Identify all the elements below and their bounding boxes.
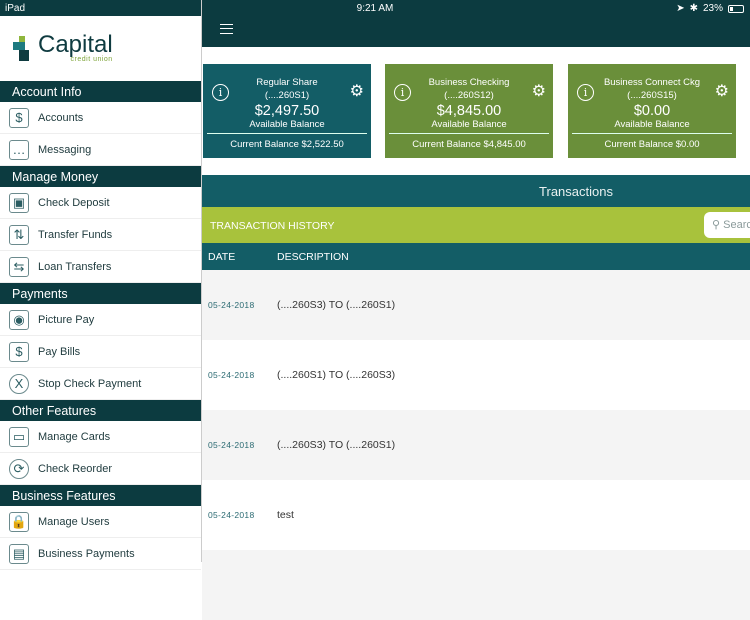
sidebar-item-manage-cards[interactable]: ▭ Manage Cards bbox=[0, 421, 201, 453]
main-content: i ⚙ Regular Share (....260S1) $2,497.50 A… bbox=[202, 0, 750, 620]
hamburger-menu-icon[interactable] bbox=[220, 24, 233, 34]
sidebar-item-label: Loan Transfers bbox=[38, 260, 112, 273]
search-icon: ⚲ bbox=[712, 219, 721, 231]
sidebar-item-check-deposit[interactable]: ▣ Check Deposit bbox=[0, 187, 201, 219]
sidebar-item-label: Business Payments bbox=[38, 547, 135, 560]
sidebar-item-label: Transfer Funds bbox=[38, 228, 113, 241]
section-header: Other Features bbox=[0, 400, 201, 421]
transfer-icon: ⇅ bbox=[9, 224, 29, 245]
table-row[interactable]: 05-24-2018 (....260S1) TO (....260S3) bbox=[202, 340, 750, 410]
transaction-description: (....260S1) TO (....260S3) bbox=[277, 369, 396, 381]
gear-icon[interactable]: ⚙ bbox=[350, 81, 364, 101]
transaction-date: 05-24-2018 bbox=[208, 370, 255, 380]
sidebar-item-pay-bills[interactable]: $ Pay Bills bbox=[0, 336, 201, 368]
available-balance-label: Available Balance bbox=[614, 119, 690, 130]
column-date: DATE bbox=[208, 251, 236, 263]
table-header: DATE DESCRIPTION bbox=[202, 243, 750, 270]
sidebar-item-accounts[interactable]: $ Accounts bbox=[0, 102, 201, 134]
transaction-date: 05-24-2018 bbox=[208, 300, 255, 310]
transaction-date: 05-24-2018 bbox=[208, 440, 255, 450]
account-card[interactable]: i ⚙ Business Connect Ckg (....260S15) $0.… bbox=[568, 64, 736, 158]
sidebar-item-label: Manage Users bbox=[38, 515, 110, 528]
sidebar-item-label: Manage Cards bbox=[38, 430, 111, 443]
safe-icon: ▣ bbox=[9, 192, 29, 213]
available-balance-label: Available Balance bbox=[431, 119, 507, 130]
transaction-description: (....260S3) TO (....260S1) bbox=[277, 299, 396, 311]
battery-icon bbox=[728, 4, 744, 13]
battery-percent: 23% bbox=[702, 3, 723, 14]
sidebar-item-picture-pay[interactable]: ◉ Picture Pay bbox=[0, 304, 201, 336]
sidebar-item-label: Picture Pay bbox=[38, 313, 95, 326]
account-card[interactable]: i ⚙ Regular Share (....260S1) $2,497.50 A… bbox=[203, 64, 371, 158]
info-icon[interactable]: i bbox=[577, 84, 594, 101]
sidebar-item-manage-users[interactable]: 🔒 Manage Users bbox=[0, 506, 201, 538]
sidebar-item-label: Check Deposit bbox=[38, 196, 110, 209]
logo-mark-icon bbox=[13, 35, 29, 61]
sidebar-item-label: Accounts bbox=[38, 111, 84, 124]
sidebar-item-messaging[interactable]: … Messaging bbox=[0, 134, 201, 166]
section-header: Business Features bbox=[0, 485, 201, 506]
column-description: DESCRIPTION bbox=[277, 251, 349, 263]
sidebar-item-check-reorder[interactable]: ⟳ Check Reorder bbox=[0, 453, 201, 485]
available-balance: $4,845.00 bbox=[436, 103, 502, 119]
gear-icon[interactable]: ⚙ bbox=[715, 81, 729, 101]
sidebar-item-business-payments[interactable]: ▤ Business Payments bbox=[0, 538, 201, 570]
gear-icon[interactable]: ⚙ bbox=[532, 81, 546, 101]
sidebar-item-stop-check-payment[interactable]: X Stop Check Payment bbox=[0, 368, 201, 400]
table-row[interactable]: 05-24-2018 (....260S3) TO (....260S1) bbox=[202, 410, 750, 480]
laptop-chat-icon: … bbox=[9, 139, 29, 160]
sidebar-item-transfer-funds[interactable]: ⇅ Transfer Funds bbox=[0, 219, 201, 251]
available-balance: $0.00 bbox=[633, 103, 671, 119]
info-icon[interactable]: i bbox=[212, 84, 229, 101]
sidebar-item-label: Check Reorder bbox=[38, 462, 112, 475]
status-bar: iPad 9:21 AM ➤ ✱ 23% bbox=[0, 0, 750, 16]
account-name: Business Checking bbox=[428, 77, 510, 88]
logo: Capital credit union bbox=[0, 16, 201, 81]
transactions-title: Transactions bbox=[202, 175, 750, 207]
info-icon[interactable]: i bbox=[394, 84, 411, 101]
card-icon: ▭ bbox=[9, 426, 29, 447]
current-balance: Current Balance $2,522.50 bbox=[207, 133, 367, 150]
sidebar-item-label: Pay Bills bbox=[38, 345, 81, 358]
available-balance-label: Available Balance bbox=[249, 119, 325, 130]
search-input[interactable]: ⚲ Search bbox=[704, 212, 750, 238]
camera-icon: ◉ bbox=[9, 309, 29, 330]
sidebar-item-label: Stop Check Payment bbox=[38, 377, 142, 390]
sidebar: Capital credit union Account Info $ Account… bbox=[0, 0, 202, 570]
sidebar-item-loan-transfers[interactable]: ⇆ Loan Transfers bbox=[0, 251, 201, 283]
location-icon: ➤ bbox=[676, 3, 685, 14]
briefcase-icon: ▤ bbox=[9, 543, 29, 564]
current-balance: Current Balance $0.00 bbox=[572, 133, 732, 150]
current-balance: Current Balance $4,845.00 bbox=[389, 133, 549, 150]
coins-icon: $ bbox=[9, 107, 29, 128]
transaction-description: (....260S3) TO (....260S1) bbox=[277, 439, 396, 451]
reorder-icon: ⟳ bbox=[9, 458, 29, 479]
transaction-history-bar: TRANSACTION HISTORY ⚲ Search bbox=[202, 207, 750, 243]
loan-icon: ⇆ bbox=[9, 256, 29, 277]
lock-icon: 🔒 bbox=[9, 511, 29, 532]
bluetooth-icon: ✱ bbox=[689, 3, 698, 14]
clock: 9:21 AM bbox=[356, 3, 394, 14]
transaction-date: 05-24-2018 bbox=[208, 510, 255, 520]
section-header: Payments bbox=[0, 283, 201, 304]
section-header: Manage Money bbox=[0, 166, 201, 187]
table-row[interactable]: 05-24-2018 test bbox=[202, 480, 750, 550]
account-name: Regular Share bbox=[256, 77, 318, 88]
available-balance: $2,497.50 bbox=[254, 103, 320, 119]
table-row[interactable]: 05-24-2018 (....260S3) TO (....260S1) bbox=[202, 270, 750, 340]
transaction-description: test bbox=[277, 509, 294, 521]
account-name: Business Connect Ckg bbox=[603, 77, 701, 88]
sidebar-item-label: Messaging bbox=[38, 143, 92, 156]
section-header: Account Info bbox=[0, 81, 201, 102]
x-circle-icon: X bbox=[9, 373, 29, 394]
bill-icon: $ bbox=[9, 341, 29, 362]
account-card[interactable]: i ⚙ Business Checking (....260S12) $4,845… bbox=[385, 64, 553, 158]
